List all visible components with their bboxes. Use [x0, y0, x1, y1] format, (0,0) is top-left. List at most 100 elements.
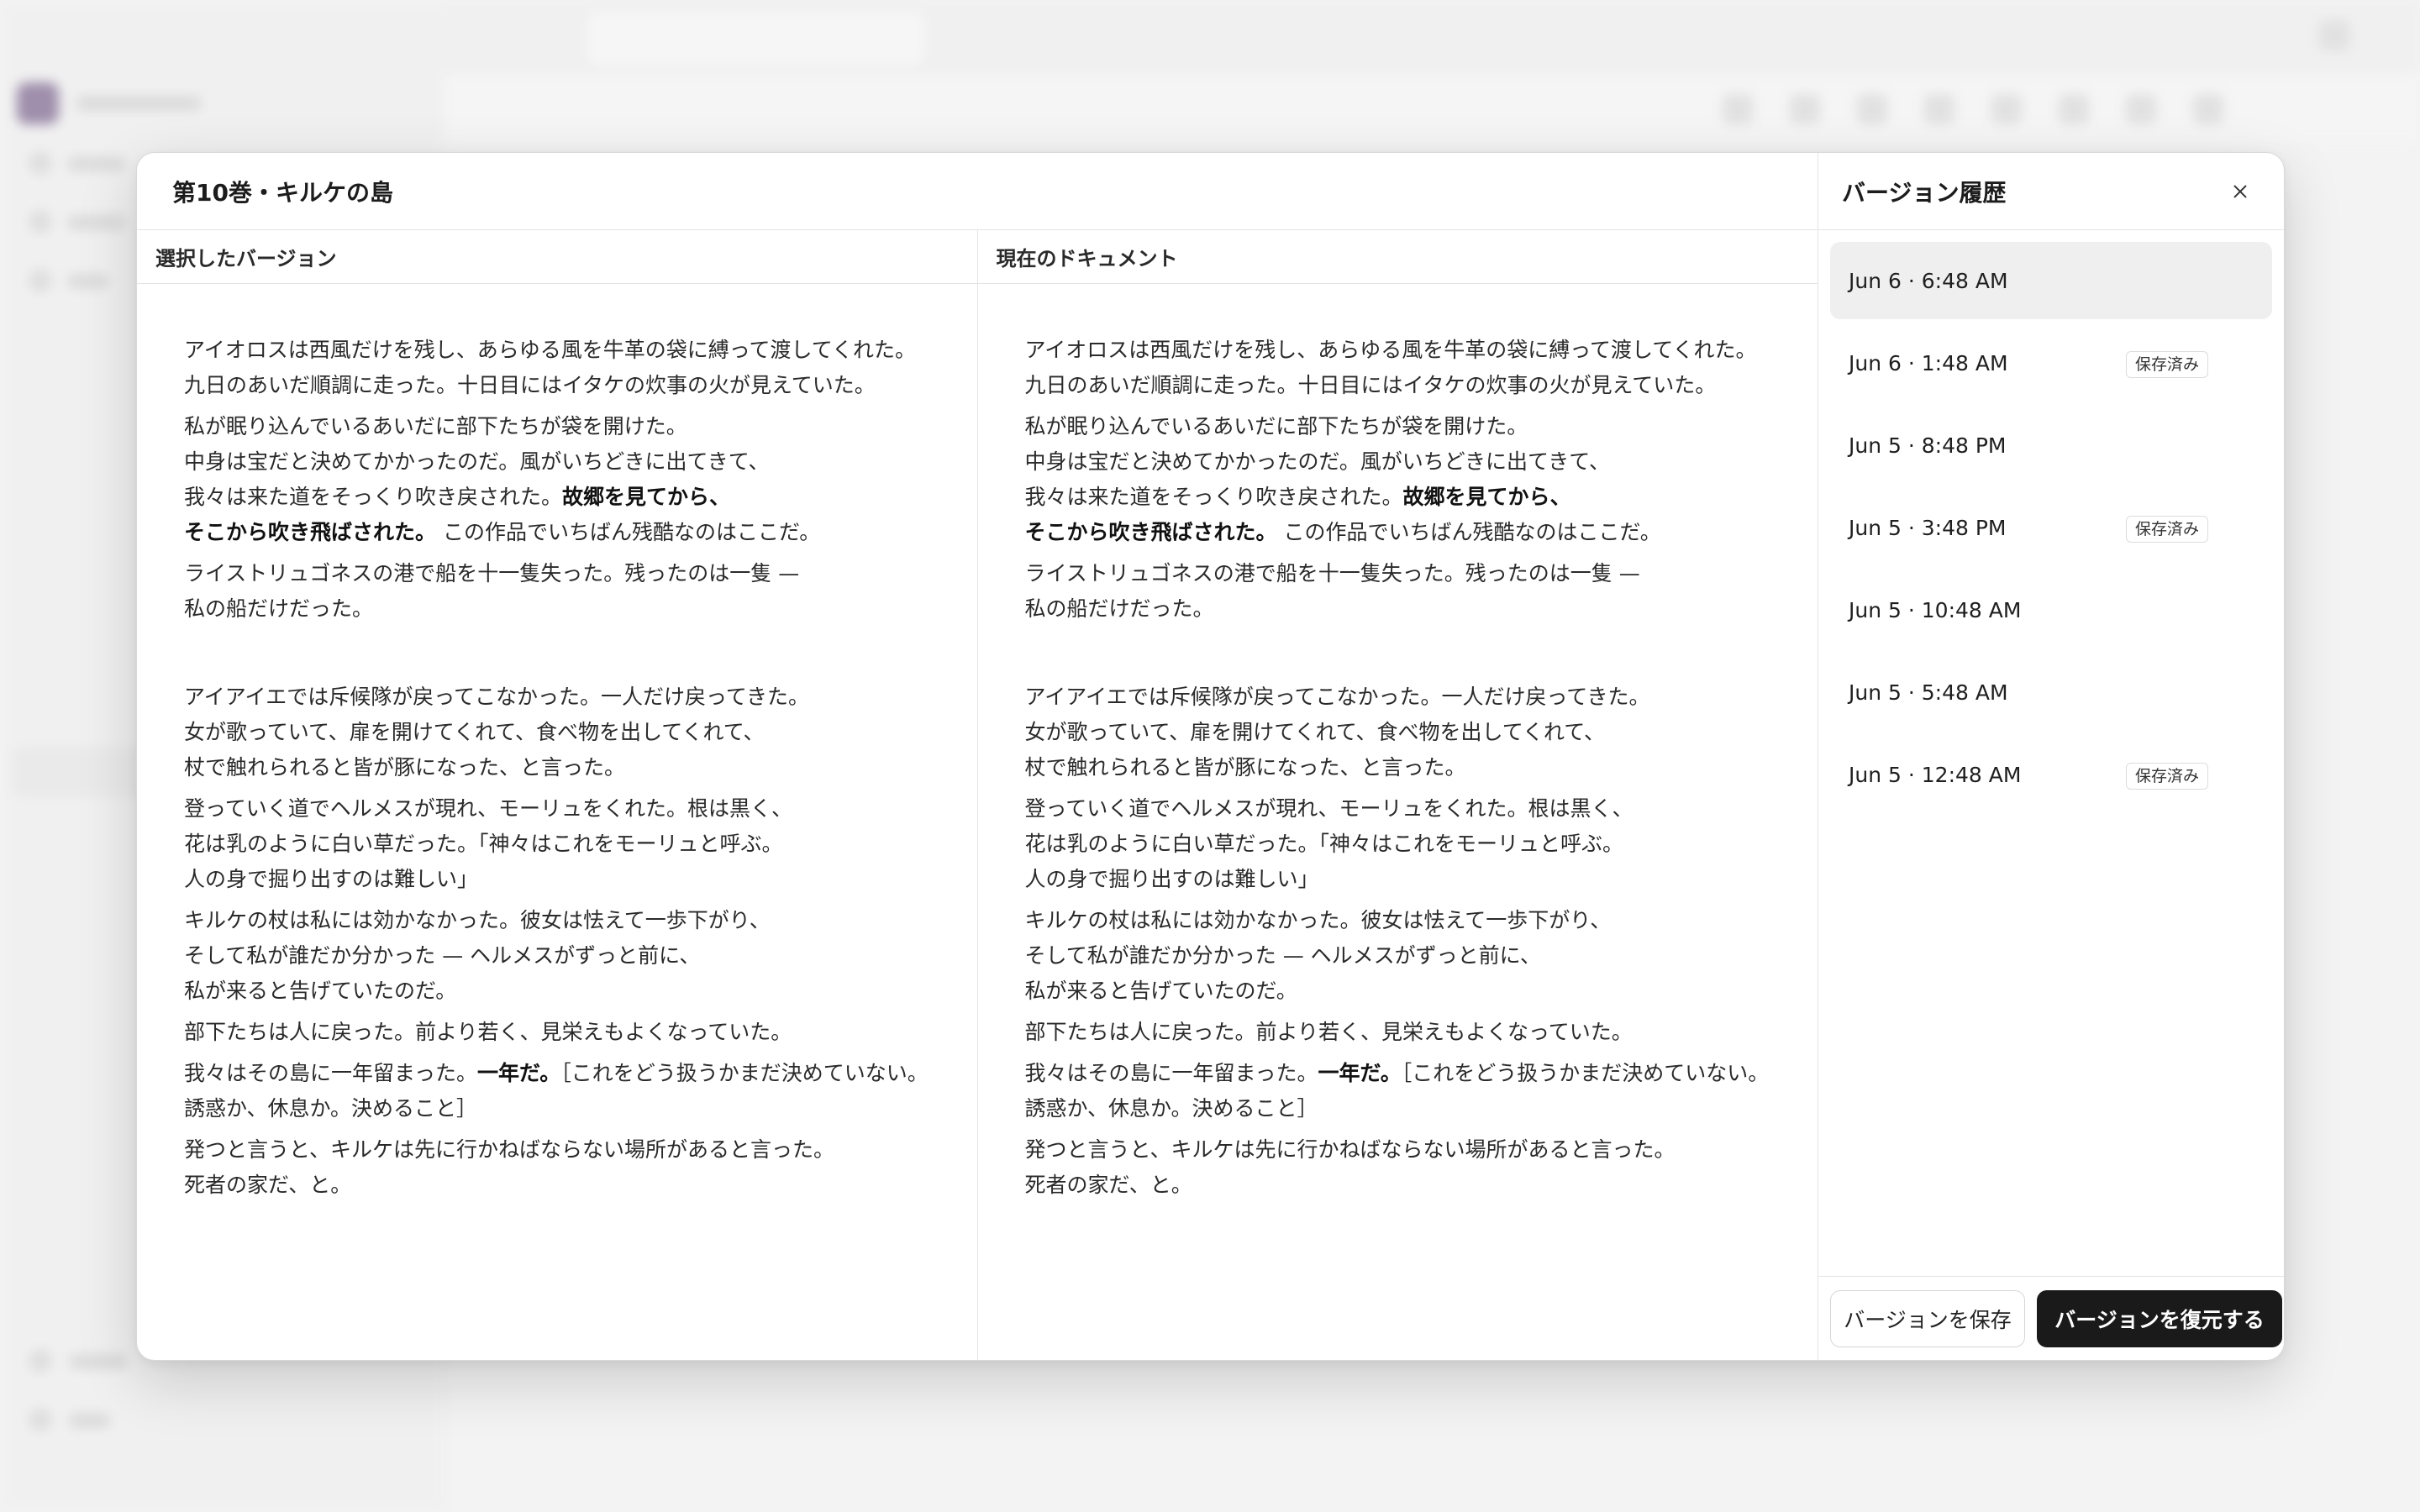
save-version-button[interactable]: バージョンを保存 [1830, 1289, 2025, 1347]
text-run: 我々はその島に一年留まった。 [184, 1061, 478, 1085]
background-shape [29, 210, 52, 234]
text-run: 我々は来た道をそっくり吹き戻された。 [184, 485, 563, 509]
bold-text: 一年だ。 [477, 1061, 561, 1085]
text-run: 我々はその島に一年留まった。 [1024, 1061, 1318, 1085]
paragraph: 発つと言うと、キルケは先に行かねばならない場所があると言った。 死者の家だ、と。 [184, 1132, 977, 1203]
text-line: キルケの杖は私には効かなかった。彼女は怯えて一歩下がり、 [1024, 908, 1612, 932]
background-shape [67, 274, 109, 289]
version-item[interactable]: Jun 6 · 1:48 AM 保存済み [1830, 324, 2272, 402]
background-shape [2059, 94, 2089, 124]
text-line: 登っていく道でヘルメスが現れ、モーリュをくれた。根は黒く、 [184, 796, 793, 821]
text-line: アイアイエでは斥候隊が戻ってこなかった。一人だけ戻ってきた。 [1024, 685, 1650, 709]
paragraph: 登っていく道でヘルメスが現れ、モーリュをくれた。根は黒く、 花は乳のように白い草… [1025, 791, 1818, 897]
text-line: そして私が誰だか分かった — ヘルメスがずっと前に、 [1024, 943, 1541, 968]
version-list: Jun 6 · 6:48 AM Jun 6 · 1:48 AM 保存済み Jun … [1818, 230, 2284, 813]
text-line: ライストリュゴネスの港で船を十一隻失った。残ったのは一隻 — [1024, 561, 1640, 585]
text-line: 人の身で掘り出すのは難しい」 [1024, 867, 1319, 891]
paragraph: 我々はその島に一年留まった。一年だ。［これをどう扱うかまだ決めていない。 誘惑か… [1025, 1056, 1818, 1126]
text-line: 杖で触れられると皆が豚になった、と言った。 [184, 755, 626, 780]
current-document-column: 現在のドキュメント アイオロスは西風だけを残し、あらゆる風を牛革の袋に縛って渡し… [976, 230, 1818, 1360]
history-header: バージョン履歴 [1818, 153, 2284, 230]
current-document-text[interactable]: アイオロスは西風だけを残し、あらゆる風を牛革の袋に縛って渡してくれた。 九日のあ… [978, 284, 1818, 1203]
paragraph: 部下たちは人に戻った。前より若く、見栄えもよくなっていた。 [184, 1015, 977, 1050]
background-shape [1723, 94, 1753, 124]
history-panel: バージョン履歴 Jun 6 · 6:48 AM Jun 6 · 1:48 AM 保… [1818, 153, 2284, 1360]
background-shape [76, 96, 202, 111]
paragraph: ライストリュゴネスの港で船を十一隻失った。残ったのは一隻 — 私の船だけだった。 [1025, 556, 1818, 627]
paragraph: アイオロスは西風だけを残し、あらゆる風を牛革の袋に縛って渡してくれた。 九日のあ… [1025, 333, 1818, 403]
text-line: アイオロスは西風だけを残し、あらゆる風を牛革の袋に縛って渡してくれた。 [1024, 338, 1757, 362]
bold-text: そこから吹き飛ばされた。 [184, 520, 437, 544]
text-line: 私が来ると告げていたのだ。 [184, 979, 457, 1003]
bold-text: 故郷を見てから、 [1402, 485, 1571, 509]
selected-version-column: 選択したバージョン アイオロスは西風だけを残し、あらゆる風を牛革の袋に縛って渡し… [137, 230, 977, 1360]
paragraph: アイオロスは西風だけを残し、あらゆる風を牛革の袋に縛って渡してくれた。 九日のあ… [184, 333, 977, 403]
paragraph: ライストリュゴネスの港で船を十一隻失った。残ったのは一隻 — 私の船だけだった。 [184, 556, 977, 627]
text-line: 死者の家だ、と。 [184, 1173, 352, 1197]
text-line: アイオロスは西風だけを残し、あらゆる風を牛革の袋に縛って渡してくれた。 [184, 338, 917, 362]
saved-badge: 保存済み [2126, 351, 2209, 378]
background-shape [29, 1408, 52, 1431]
text-line: 発つと言うと、キルケは先に行かねばならない場所があると言った。 [184, 1137, 835, 1162]
paragraph: 部下たちは人に戻った。前より若く、見栄えもよくなっていた。 [1025, 1015, 1818, 1050]
version-item[interactable]: Jun 5 · 8:48 PM [1830, 407, 2272, 484]
background-shape [69, 1354, 128, 1369]
version-time: Jun 6 · 6:48 AM [1849, 268, 2008, 293]
text-run: 我々は来た道をそっくり吹き戻された。 [1024, 485, 1403, 509]
version-time: Jun 5 · 10:48 AM [1849, 597, 2022, 622]
text-line: ライストリュゴネスの港で船を十一隻失った。残ったのは一隻 — [184, 561, 800, 585]
version-item[interactable]: Jun 5 · 12:48 AM 保存済み [1830, 736, 2272, 813]
text-line: そして私が誰だか分かった — ヘルメスがずっと前に、 [184, 943, 701, 968]
comparison-pane: 第10巻・キルケの島 選択したバージョン アイオロスは西風だけを残し、あらゆる風… [137, 153, 1818, 1360]
current-document-header: 現在のドキュメント [977, 230, 1818, 284]
background-shape [69, 1413, 111, 1428]
version-time: Jun 5 · 3:48 PM [1849, 515, 2007, 540]
version-item[interactable]: Jun 5 · 10:48 AM [1830, 571, 2272, 648]
bold-text: 一年だ。 [1318, 1061, 1402, 1085]
text-line: 人の身で掘り出すのは難しい」 [184, 867, 479, 891]
paragraph: キルケの杖は私には効かなかった。彼女は怯えて一歩下がり、 そして私が誰だか分かっ… [1025, 903, 1818, 1009]
close-icon [2233, 185, 2247, 197]
version-time: Jun 5 · 5:48 AM [1849, 680, 2008, 705]
text-line: 中身は宝だと決めてかかったのだ。風がいちどきに出てきて、 [184, 449, 770, 474]
version-item[interactable]: Jun 5 · 5:48 AM [1830, 654, 2272, 731]
text-line: 杖で触れられると皆が豚になった、と言った。 [1024, 755, 1466, 780]
background-shape [2319, 20, 2349, 50]
document-header: 第10巻・キルケの島 [137, 153, 1818, 230]
comparison-columns: 選択したバージョン アイオロスは西風だけを残し、あらゆる風を牛革の袋に縛って渡し… [137, 230, 1818, 1360]
text-line: そこから吹き飛ばされた。 この作品でいちばん残酷なのはここだ。 [1025, 515, 1818, 550]
text-line: 女が歌っていて、扉を開けてくれて、食べ物を出してくれて、 [1024, 720, 1606, 744]
text-line: 私の船だけだった。 [184, 596, 374, 621]
paragraph: 我々はその島に一年留まった。一年だ。［これをどう扱うかまだ決めていない。 誘惑か… [184, 1056, 977, 1126]
selected-version-text[interactable]: アイオロスは西風だけを残し、あらゆる風を牛革の袋に縛って渡してくれた。 九日のあ… [137, 284, 977, 1203]
version-item[interactable]: Jun 5 · 3:48 PM 保存済み [1830, 489, 2272, 566]
text-line: 中身は宝だと決めてかかったのだ。風がいちどきに出てきて、 [1024, 449, 1611, 474]
version-time: Jun 5 · 8:48 PM [1849, 433, 2007, 458]
text-line: 私が眠り込んでいるあいだに部下たちが袋を開けた。 [184, 414, 687, 438]
bold-text: 故郷を見てから、 [562, 485, 731, 509]
text-line: 部下たちは人に戻った。前より若く、見栄えもよくなっていた。 [1024, 1020, 1633, 1044]
background-shape [67, 215, 126, 230]
text-line: 九日のあいだ順調に走った。十日目にはイタケの炊事の火が見えていた。 [1024, 373, 1717, 397]
close-button[interactable] [2222, 173, 2259, 210]
text-run: この作品でいちばん残酷なのはここだ。 [436, 520, 821, 544]
paragraph: 私が眠り込んでいるあいだに部下たちが袋を開けた。 中身は宝だと決めてかかったのだ… [184, 409, 977, 550]
text-line: アイアイエでは斥候隊が戻ってこなかった。一人だけ戻ってきた。 [184, 685, 810, 709]
text-line: 死者の家だ、と。 [1024, 1173, 1192, 1197]
text-line: 私の船だけだった。 [1024, 596, 1214, 621]
background-shape [29, 151, 52, 175]
restore-version-button[interactable]: バージョンを復元する [2037, 1289, 2282, 1347]
text-line: 誘惑か、休息か。決めること］ [1024, 1096, 1318, 1121]
background-shape [2193, 94, 2223, 124]
background-shape [67, 156, 126, 171]
background-toolbar [445, 74, 2420, 145]
saved-badge: 保存済み [2126, 763, 2209, 790]
document-title: 第10巻・キルケの島 [172, 178, 393, 207]
paragraph: キルケの杖は私には効かなかった。彼女は怯えて一歩下がり、 そして私が誰だか分かっ… [184, 903, 977, 1009]
text-line: 私が来ると告げていたのだ。 [1024, 979, 1297, 1003]
background-shape [1857, 94, 1887, 124]
version-time: Jun 6 · 1:48 AM [1849, 350, 2008, 375]
version-item[interactable]: Jun 6 · 6:48 AM [1830, 242, 2272, 319]
background-shape [2126, 94, 2156, 124]
text-run: ［これをどう扱うかまだ決めていない。 [1401, 1061, 1770, 1085]
